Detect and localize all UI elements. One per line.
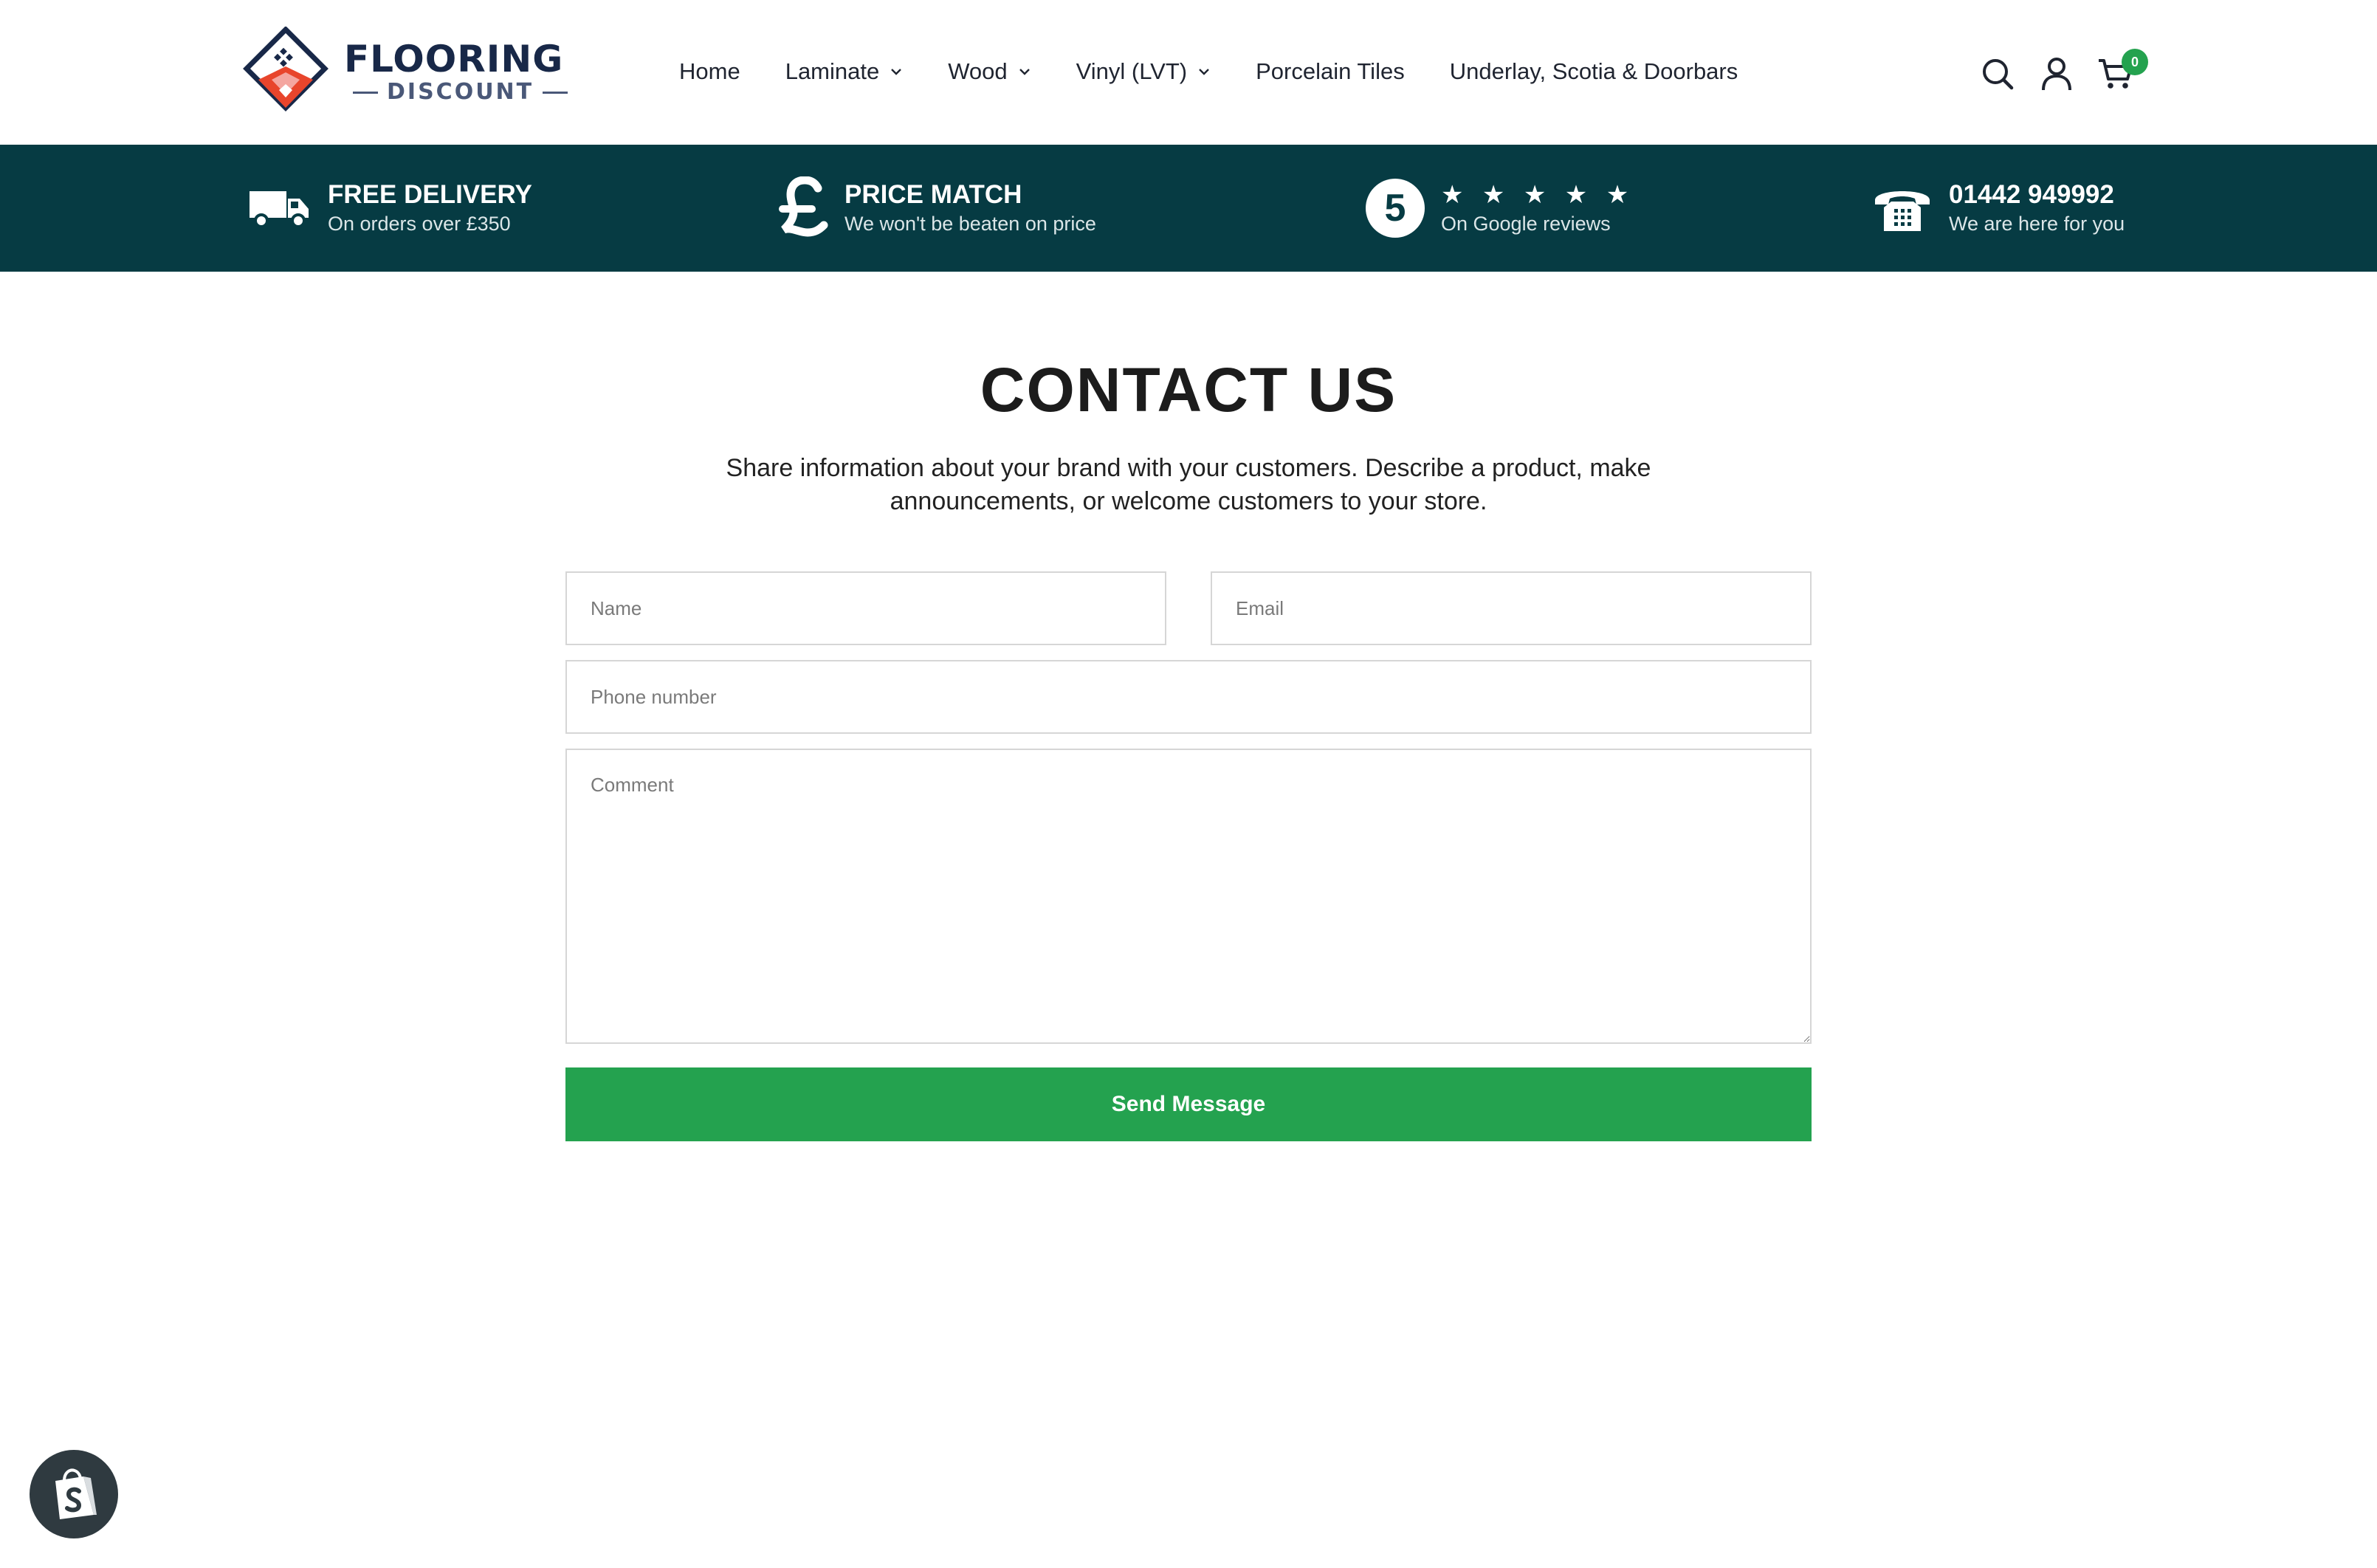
email-field[interactable] <box>1211 571 1812 645</box>
nav-item-vinyl[interactable]: Vinyl (LVT) <box>1076 58 1211 85</box>
usp-title: PRICE MATCH <box>844 180 1022 209</box>
usp-google-reviews: 5 ★ ★ ★ ★ ★ On Google reviews <box>1366 170 1634 247</box>
account-button[interactable] <box>2036 53 2077 94</box>
logo-line-2-text: DISCOUNT <box>387 79 534 105</box>
usp-title: FREE DELIVERY <box>328 180 532 209</box>
star-rating-icons: ★ ★ ★ ★ ★ <box>1441 181 1635 209</box>
nav-item-label: Porcelain Tiles <box>1256 58 1405 84</box>
nav-item-laminate[interactable]: Laminate <box>785 58 904 85</box>
main-nav: Home Laminate Wood Vinyl (LVT) Porcelain… <box>679 44 1738 99</box>
logo-wordmark: FLOORING DISCOUNT <box>344 38 577 105</box>
name-field[interactable] <box>565 571 1166 645</box>
rating-badge: 5 <box>1366 179 1425 238</box>
usp-text: PRICE MATCH We won't be beaten on price <box>844 179 1096 237</box>
shopify-bag-icon <box>55 1468 97 1519</box>
nav-item-porcelain-tiles[interactable]: Porcelain Tiles <box>1256 58 1405 85</box>
chevron-down-icon <box>1019 69 1030 75</box>
phone-icon <box>1872 182 1933 234</box>
nav-item-label: Wood <box>948 58 1008 84</box>
logo-dash-left <box>353 91 378 94</box>
usp-text: 01442 949992 We are here for you <box>1949 179 2125 237</box>
cart-count-badge: 0 <box>2122 49 2148 75</box>
pound-icon <box>778 176 828 240</box>
nav-item-label: Vinyl (LVT) <box>1076 58 1188 84</box>
usp-subtitle: On orders over £350 <box>328 213 511 235</box>
logo-mark-icon <box>243 27 328 111</box>
chevron-down-icon <box>891 69 902 75</box>
phone-number-link[interactable]: 01442 949992 <box>1949 179 2125 210</box>
search-icon <box>1983 59 2014 90</box>
nav-item-label: Home <box>679 58 740 84</box>
page-title: CONTACT US <box>980 355 1397 424</box>
nav-item-underlay[interactable]: Underlay, Scotia & Doorbars <box>1450 58 1738 85</box>
comment-field[interactable] <box>565 749 1812 1044</box>
usp-subtitle: We won't be beaten on price <box>844 213 1096 235</box>
page-intro-text: Share information about your brand with … <box>726 454 1651 515</box>
shopify-chat-button[interactable] <box>30 1450 118 1538</box>
logo-line-1: FLOORING <box>344 38 564 80</box>
nav-item-label: Underlay, Scotia & Doorbars <box>1449 58 1738 84</box>
user-icon <box>2042 58 2071 91</box>
cart-button[interactable]: 0 <box>2095 49 2148 94</box>
usp-subtitle: We are here for you <box>1949 213 2125 235</box>
site-header: FLOORING DISCOUNT Home Laminate Wood Vin… <box>0 0 2377 145</box>
search-button[interactable] <box>1977 53 2018 94</box>
usp-phone: 01442 949992 We are here for you <box>1872 170 2125 247</box>
usp-subtitle: On Google reviews <box>1441 213 1611 235</box>
truck-icon <box>248 187 312 230</box>
nav-item-home[interactable]: Home <box>679 58 740 85</box>
logo-dash-right <box>543 91 568 94</box>
usp-price-match: PRICE MATCH We won't be beaten on price <box>778 170 1096 247</box>
brand-logo[interactable]: FLOORING DISCOUNT <box>242 27 568 117</box>
header-actions: 0 <box>1977 46 2148 102</box>
phone-number-field[interactable] <box>565 660 1812 734</box>
usp-bar: FREE DELIVERY On orders over £350 PRICE … <box>0 145 2377 272</box>
nav-item-label: Laminate <box>785 58 880 84</box>
usp-text: ★ ★ ★ ★ ★ On Google reviews <box>1441 179 1634 237</box>
logo-line-2: DISCOUNT <box>344 80 577 105</box>
usp-free-delivery: FREE DELIVERY On orders over £350 <box>248 170 532 247</box>
usp-text: FREE DELIVERY On orders over £350 <box>328 179 532 237</box>
nav-item-wood[interactable]: Wood <box>948 58 1031 85</box>
chevron-down-icon <box>1199 69 1209 75</box>
send-message-button[interactable]: Send Message <box>565 1067 1812 1141</box>
